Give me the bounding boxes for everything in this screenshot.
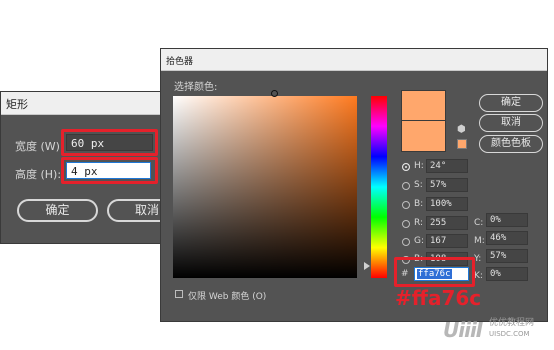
height-input[interactable]: 4 px	[66, 162, 151, 179]
web-safe-color-swatch[interactable]	[457, 139, 467, 149]
magenta-label: M:	[474, 236, 485, 246]
red-radio[interactable]	[402, 220, 410, 228]
hex-input-value: ffa76c	[417, 269, 452, 279]
current-color-swatch[interactable]	[401, 121, 446, 152]
color-picker-title: 拾色器	[166, 57, 194, 67]
web-only-label: 仅限 Web 颜色 (O)	[188, 292, 267, 302]
hue-label: H:	[414, 161, 424, 171]
picker-ok-button[interactable]: 确定	[479, 94, 543, 112]
yellow-label: Y:	[474, 254, 482, 264]
yellow-input[interactable]: 57%	[486, 249, 528, 263]
saturation-brightness-field[interactable]	[173, 96, 357, 278]
cyan-label: C:	[474, 218, 484, 228]
green-input[interactable]: 167	[426, 234, 468, 248]
hue-radio[interactable]	[402, 163, 410, 171]
web-safe-cube-icon[interactable]: ⬢	[457, 125, 467, 135]
hue-slider-arrow-icon[interactable]	[364, 262, 370, 270]
brightness-label: B:	[414, 199, 424, 209]
red-input[interactable]: 255	[426, 216, 468, 230]
hex-prefix: #	[401, 269, 409, 279]
green-radio[interactable]	[402, 238, 410, 246]
hex-annotation-text: #ffa76c	[395, 286, 482, 310]
saturation-label: S:	[414, 180, 423, 190]
black-input[interactable]: 0%	[486, 267, 528, 281]
saturation-radio[interactable]	[402, 182, 410, 190]
brightness-radio[interactable]	[402, 201, 410, 209]
brightness-input[interactable]: 100%	[426, 197, 468, 211]
color-swatches-button[interactable]: 颜色色板	[479, 135, 543, 153]
magenta-input[interactable]: 46%	[486, 231, 528, 245]
select-color-label: 选择颜色:	[174, 82, 218, 93]
color-field-marker[interactable]	[271, 90, 278, 97]
green-label: G:	[414, 236, 425, 246]
hex-input[interactable]: ffa76c	[414, 267, 469, 281]
saturation-input[interactable]: 57%	[426, 178, 468, 192]
hue-slider[interactable]	[371, 96, 387, 278]
cyan-input[interactable]: 0%	[486, 213, 528, 227]
watermark-site-name: 优优教程网	[489, 318, 535, 328]
new-color-swatch	[401, 90, 446, 121]
watermark-logo: UiiiI	[443, 318, 483, 342]
red-label: R:	[414, 218, 424, 228]
color-picker-titlebar[interactable]: 拾色器	[161, 49, 547, 71]
width-label: 宽度 (W):	[15, 140, 64, 153]
height-label: 高度 (H):	[15, 168, 62, 181]
watermark-url: UISDC.COM	[489, 330, 530, 338]
black-label: K:	[474, 271, 483, 281]
rectangle-dialog-title: 矩形	[6, 98, 28, 111]
rect-ok-button[interactable]: 确定	[17, 199, 98, 222]
color-picker-dialog: 拾色器 选择颜色: ⬢ 确定 取消 颜色色板 H: 24° S: 57% B: …	[160, 48, 548, 322]
web-only-checkbox[interactable]	[175, 290, 183, 298]
width-input[interactable]: 60 px	[66, 134, 153, 151]
hue-input[interactable]: 24°	[426, 159, 468, 173]
picker-cancel-button[interactable]: 取消	[479, 114, 543, 132]
